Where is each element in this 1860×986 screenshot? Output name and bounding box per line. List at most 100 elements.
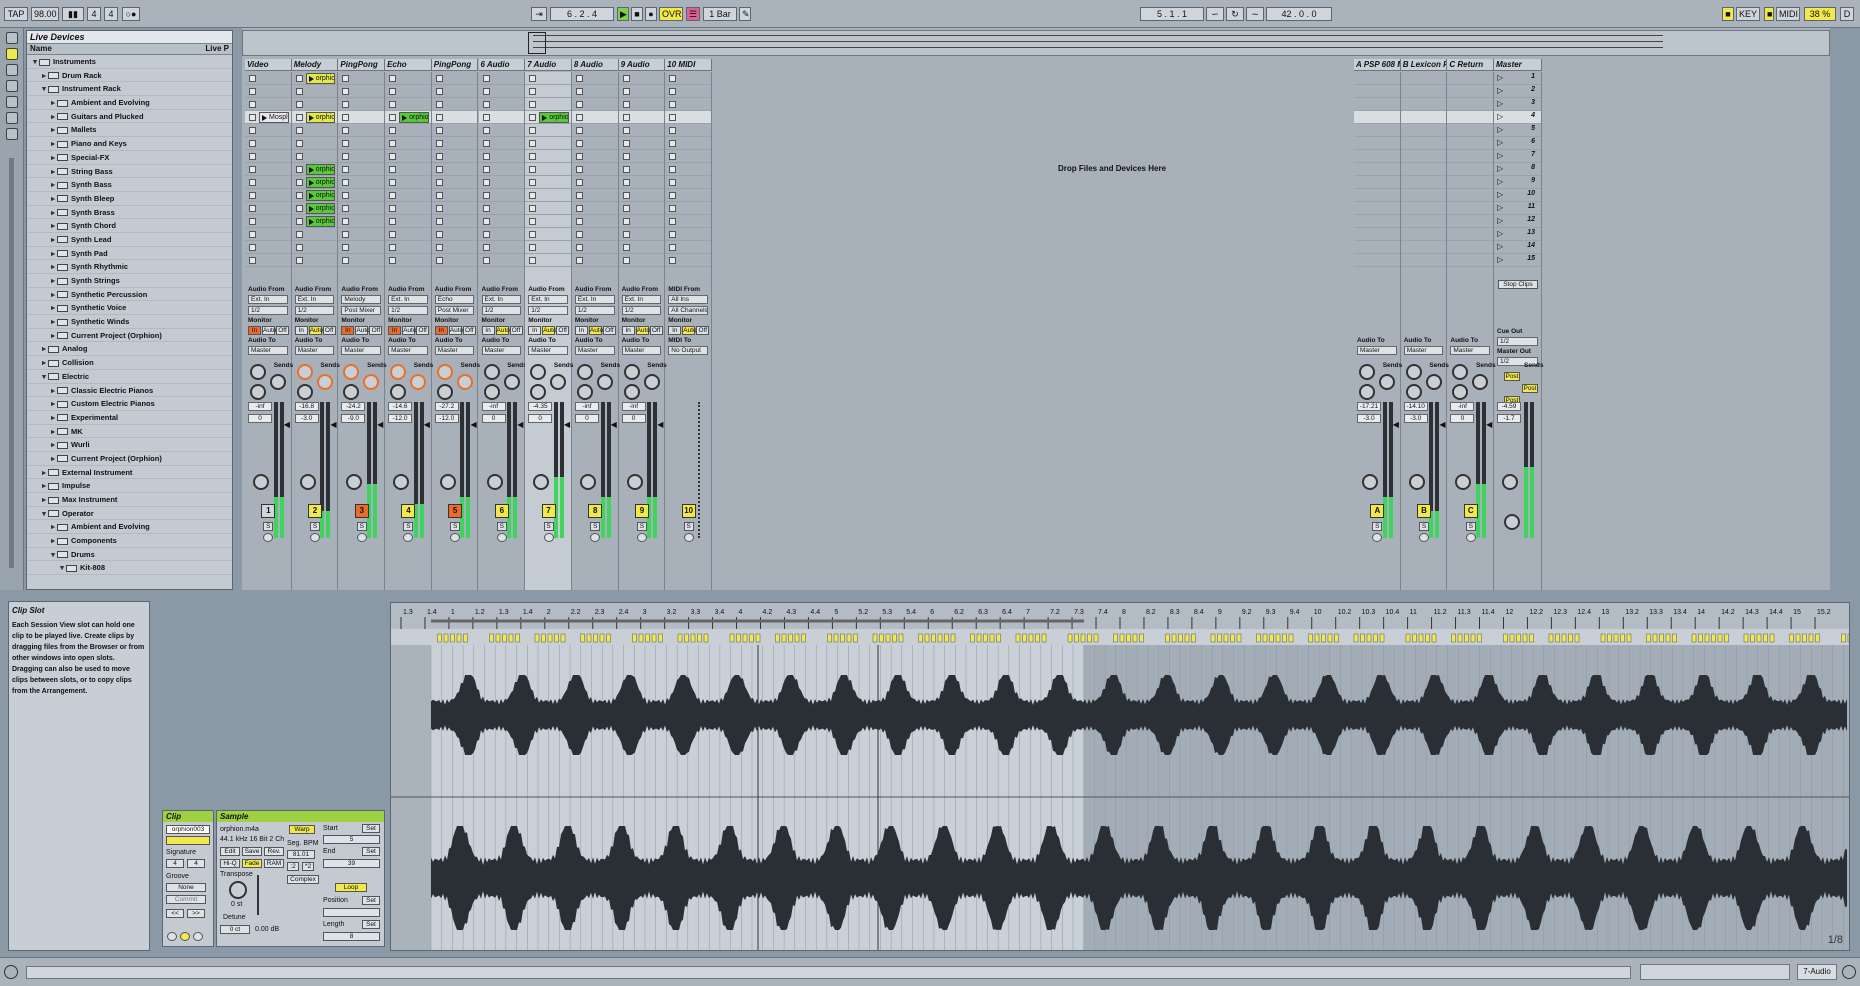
clip-slot[interactable]	[1354, 111, 1400, 124]
detail-overview[interactable]	[1640, 964, 1790, 980]
browser-item[interactable]: ▸ Max Instrument	[27, 493, 232, 507]
clip-slot[interactable]	[1400, 124, 1447, 137]
output-chooser[interactable]: Master	[341, 346, 382, 355]
browser-item[interactable]: ▸ Components	[27, 534, 232, 548]
clip-slot[interactable]	[1354, 202, 1400, 215]
song-position[interactable]: 6 . 2 . 4	[550, 7, 614, 21]
clip-slot[interactable]	[1447, 163, 1494, 176]
loop-length-field[interactable]: 42 . 0 . 0	[1266, 7, 1332, 21]
key-map-button[interactable]: KEY	[1736, 7, 1760, 21]
arm-button[interactable]	[356, 533, 367, 542]
chevron-right-icon[interactable]: ▸	[49, 411, 57, 425]
clip-slot[interactable]	[1354, 228, 1400, 241]
clip-color-field[interactable]	[166, 836, 210, 845]
clip-slot[interactable]	[1354, 189, 1400, 202]
slot-stop-button[interactable]	[482, 244, 490, 251]
slot-stop-button[interactable]	[249, 88, 256, 95]
volume-field[interactable]: -4.35	[528, 402, 553, 411]
clip[interactable]: Mosplino004	[259, 112, 289, 123]
slot-stop-button[interactable]	[249, 244, 256, 251]
slot-stop-button[interactable]	[482, 153, 490, 160]
slot-stop-button[interactable]	[435, 88, 443, 95]
browser-item[interactable]: ▸ Collision	[27, 356, 232, 370]
slot-stop-button[interactable]	[435, 127, 443, 134]
slot-stop-button[interactable]	[249, 166, 256, 173]
fader-handle-icon[interactable]: ◀	[1393, 420, 1399, 429]
slot-stop-button[interactable]	[575, 231, 583, 238]
clip-midi-icon[interactable]	[193, 932, 203, 941]
clip-slot[interactable]	[338, 215, 385, 228]
clip-slot[interactable]	[665, 254, 711, 267]
slot-stop-button[interactable]	[295, 179, 303, 186]
volume-field[interactable]: -inf	[574, 402, 599, 411]
monitor-off-button[interactable]: Off	[602, 326, 616, 335]
slot-stop-button[interactable]	[389, 205, 397, 212]
column-name[interactable]: Name	[30, 44, 52, 53]
slot-stop-button[interactable]	[389, 127, 397, 134]
clip-slot[interactable]	[525, 176, 571, 189]
nudge-back-button[interactable]: <<	[166, 909, 184, 918]
output-chooser[interactable]: Master	[574, 346, 615, 355]
track-activator-button[interactable]: 7	[541, 504, 556, 518]
chevron-right-icon[interactable]: ▸	[49, 384, 57, 398]
clip-slot[interactable]	[431, 72, 478, 85]
clip-slot[interactable]	[1400, 72, 1447, 85]
track-activator-button[interactable]: C	[1463, 504, 1478, 518]
input-type-chooser[interactable]: Melody	[341, 295, 382, 304]
browser-item[interactable]: ▸ Piano and Keys	[27, 137, 232, 151]
metronome-button[interactable]: ○●	[122, 7, 140, 21]
clip-slot[interactable]	[1400, 228, 1447, 241]
slot-stop-button[interactable]	[622, 179, 630, 186]
output-chooser[interactable]: Master	[434, 346, 475, 355]
start-field[interactable]: 5	[323, 835, 380, 844]
seg-bpm-field[interactable]: 81.01	[287, 850, 315, 859]
automation-arm-button[interactable]: ☰	[686, 7, 700, 21]
browser-item[interactable]: ▸ Special-FX	[27, 151, 232, 165]
slot-stop-button[interactable]	[389, 179, 397, 186]
save-button[interactable]: Save	[242, 847, 262, 856]
track-activator-button[interactable]: A	[1370, 504, 1385, 518]
slot-stop-button[interactable]	[669, 114, 677, 121]
scene-launch-icon[interactable]: ▷	[1497, 112, 1503, 121]
browser-item[interactable]: ▾ Instruments	[27, 55, 232, 69]
slot-stop-button[interactable]	[575, 205, 583, 212]
solo-button[interactable]: S	[450, 522, 461, 531]
slot-stop-button[interactable]	[669, 140, 677, 147]
slot-stop-button[interactable]	[295, 75, 303, 82]
scene-launch-icon[interactable]: ▷	[1497, 216, 1503, 225]
slot-stop-button[interactable]	[295, 257, 303, 264]
clip-slot[interactable]	[478, 124, 525, 137]
clip-slot[interactable]	[618, 124, 665, 137]
clip[interactable]: orphion002	[399, 112, 429, 123]
clip-slot[interactable]	[385, 163, 431, 176]
clip-slot[interactable]	[245, 202, 291, 215]
clip-slot[interactable]	[525, 150, 571, 163]
clip-slot[interactable]	[1400, 202, 1447, 215]
slot-stop-button[interactable]	[669, 88, 677, 95]
plugins-icon[interactable]	[6, 64, 18, 76]
slot-stop-button[interactable]	[342, 166, 350, 173]
pan-knob[interactable]	[393, 474, 410, 490]
chevron-right-icon[interactable]: ▸	[40, 466, 48, 480]
clip[interactable]: orphion001	[305, 73, 336, 84]
clip-slot[interactable]	[1354, 241, 1400, 254]
chevron-right-icon[interactable]: ▸	[49, 247, 57, 261]
slot-stop-button[interactable]	[435, 218, 443, 225]
clip-slot[interactable]	[618, 85, 665, 98]
slot-stop-button[interactable]	[295, 114, 303, 121]
end-set-button[interactable]: Set	[362, 847, 380, 856]
volume-field[interactable]: -inf	[248, 402, 272, 411]
clip-slot[interactable]	[1354, 150, 1400, 163]
volume-field[interactable]: -inf	[481, 402, 506, 411]
slot-stop-button[interactable]	[435, 75, 443, 82]
scene-launch-icon[interactable]: ▷	[1497, 242, 1503, 251]
clip-slot[interactable]	[338, 202, 385, 215]
clip-slot[interactable]	[245, 163, 291, 176]
monitor-in-button[interactable]: In	[388, 326, 402, 335]
clip-slot[interactable]	[1354, 176, 1400, 189]
clip-slot[interactable]	[525, 72, 571, 85]
transpose-knob[interactable]	[229, 881, 247, 899]
slot-stop-button[interactable]	[622, 88, 630, 95]
clip-slot[interactable]	[1354, 254, 1400, 267]
clip-slot[interactable]	[245, 254, 291, 267]
